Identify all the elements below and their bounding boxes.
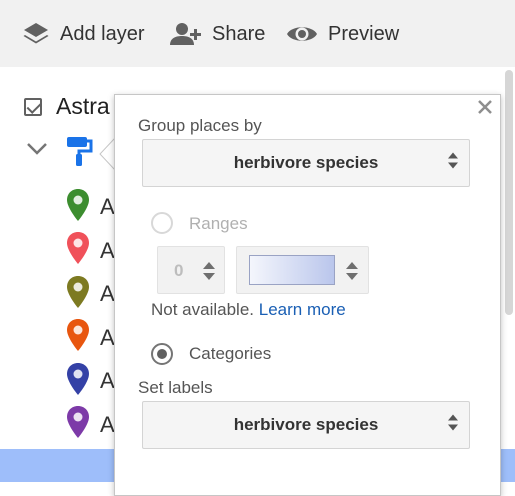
share-label: Share	[212, 22, 266, 45]
place-label: A	[100, 281, 115, 306]
map-pin-icon	[66, 188, 90, 227]
close-icon[interactable]	[475, 97, 495, 117]
set-labels-label: Set labels	[138, 378, 213, 397]
map-pin-icon	[66, 275, 90, 314]
place-label: A	[100, 368, 115, 393]
learn-more-link[interactable]: Learn more	[259, 300, 346, 319]
categories-radio[interactable]	[151, 343, 173, 365]
select-arrows-icon	[447, 150, 459, 177]
map-pin-icon	[66, 231, 90, 270]
ranges-radio[interactable]	[151, 212, 173, 234]
select-arrows-icon	[447, 412, 459, 439]
popup-pointer	[99, 138, 115, 170]
map-pin-icon	[66, 405, 90, 444]
stepper-arrows-icon	[345, 260, 359, 287]
stepper-arrows-icon	[202, 260, 216, 287]
place-label: A	[100, 237, 115, 263]
chevron-down-icon[interactable]	[26, 142, 48, 161]
scrollbar[interactable]	[505, 70, 513, 315]
place-label: A	[100, 194, 115, 219]
group-by-value: herbivore species	[233, 153, 379, 172]
not-available-note: Not available. Learn more	[151, 300, 346, 320]
preview-label: Preview	[328, 22, 400, 45]
add-layer-label: Add layer	[60, 22, 145, 45]
layer-visibility-checkbox[interactable]	[24, 97, 42, 116]
map-toolbar: Add layer Share Preview	[0, 0, 515, 67]
style-paint-roller-icon[interactable]	[65, 135, 95, 172]
layer-header: Astra	[24, 93, 110, 120]
range-count-stepper[interactable]: 0	[157, 246, 225, 294]
group-places-by-label: Group places by	[138, 116, 262, 135]
color-gradient-swatch	[249, 255, 335, 285]
color-ramp-stepper[interactable]	[236, 246, 369, 294]
share-button[interactable]: Share	[170, 20, 265, 48]
map-pin-icon	[66, 362, 90, 401]
layers-icon	[22, 21, 50, 47]
preview-button[interactable]: Preview	[286, 20, 399, 48]
categories-label: Categories	[189, 344, 272, 363]
eye-icon	[286, 22, 318, 46]
group-by-select[interactable]: herbivore species	[142, 139, 470, 187]
place-label: A	[100, 411, 115, 437]
not-available-text: Not available.	[151, 300, 255, 319]
labels-value: herbivore species	[233, 415, 379, 434]
layer-name[interactable]: Astra	[56, 93, 110, 120]
map-pin-icon	[66, 318, 90, 357]
add-person-icon	[170, 21, 202, 47]
range-count-value: 0	[174, 261, 184, 280]
place-label: A	[100, 324, 115, 350]
add-layer-button[interactable]: Add layer	[22, 20, 145, 48]
labels-select[interactable]: herbivore species	[142, 401, 470, 449]
ranges-label: Ranges	[189, 214, 248, 233]
